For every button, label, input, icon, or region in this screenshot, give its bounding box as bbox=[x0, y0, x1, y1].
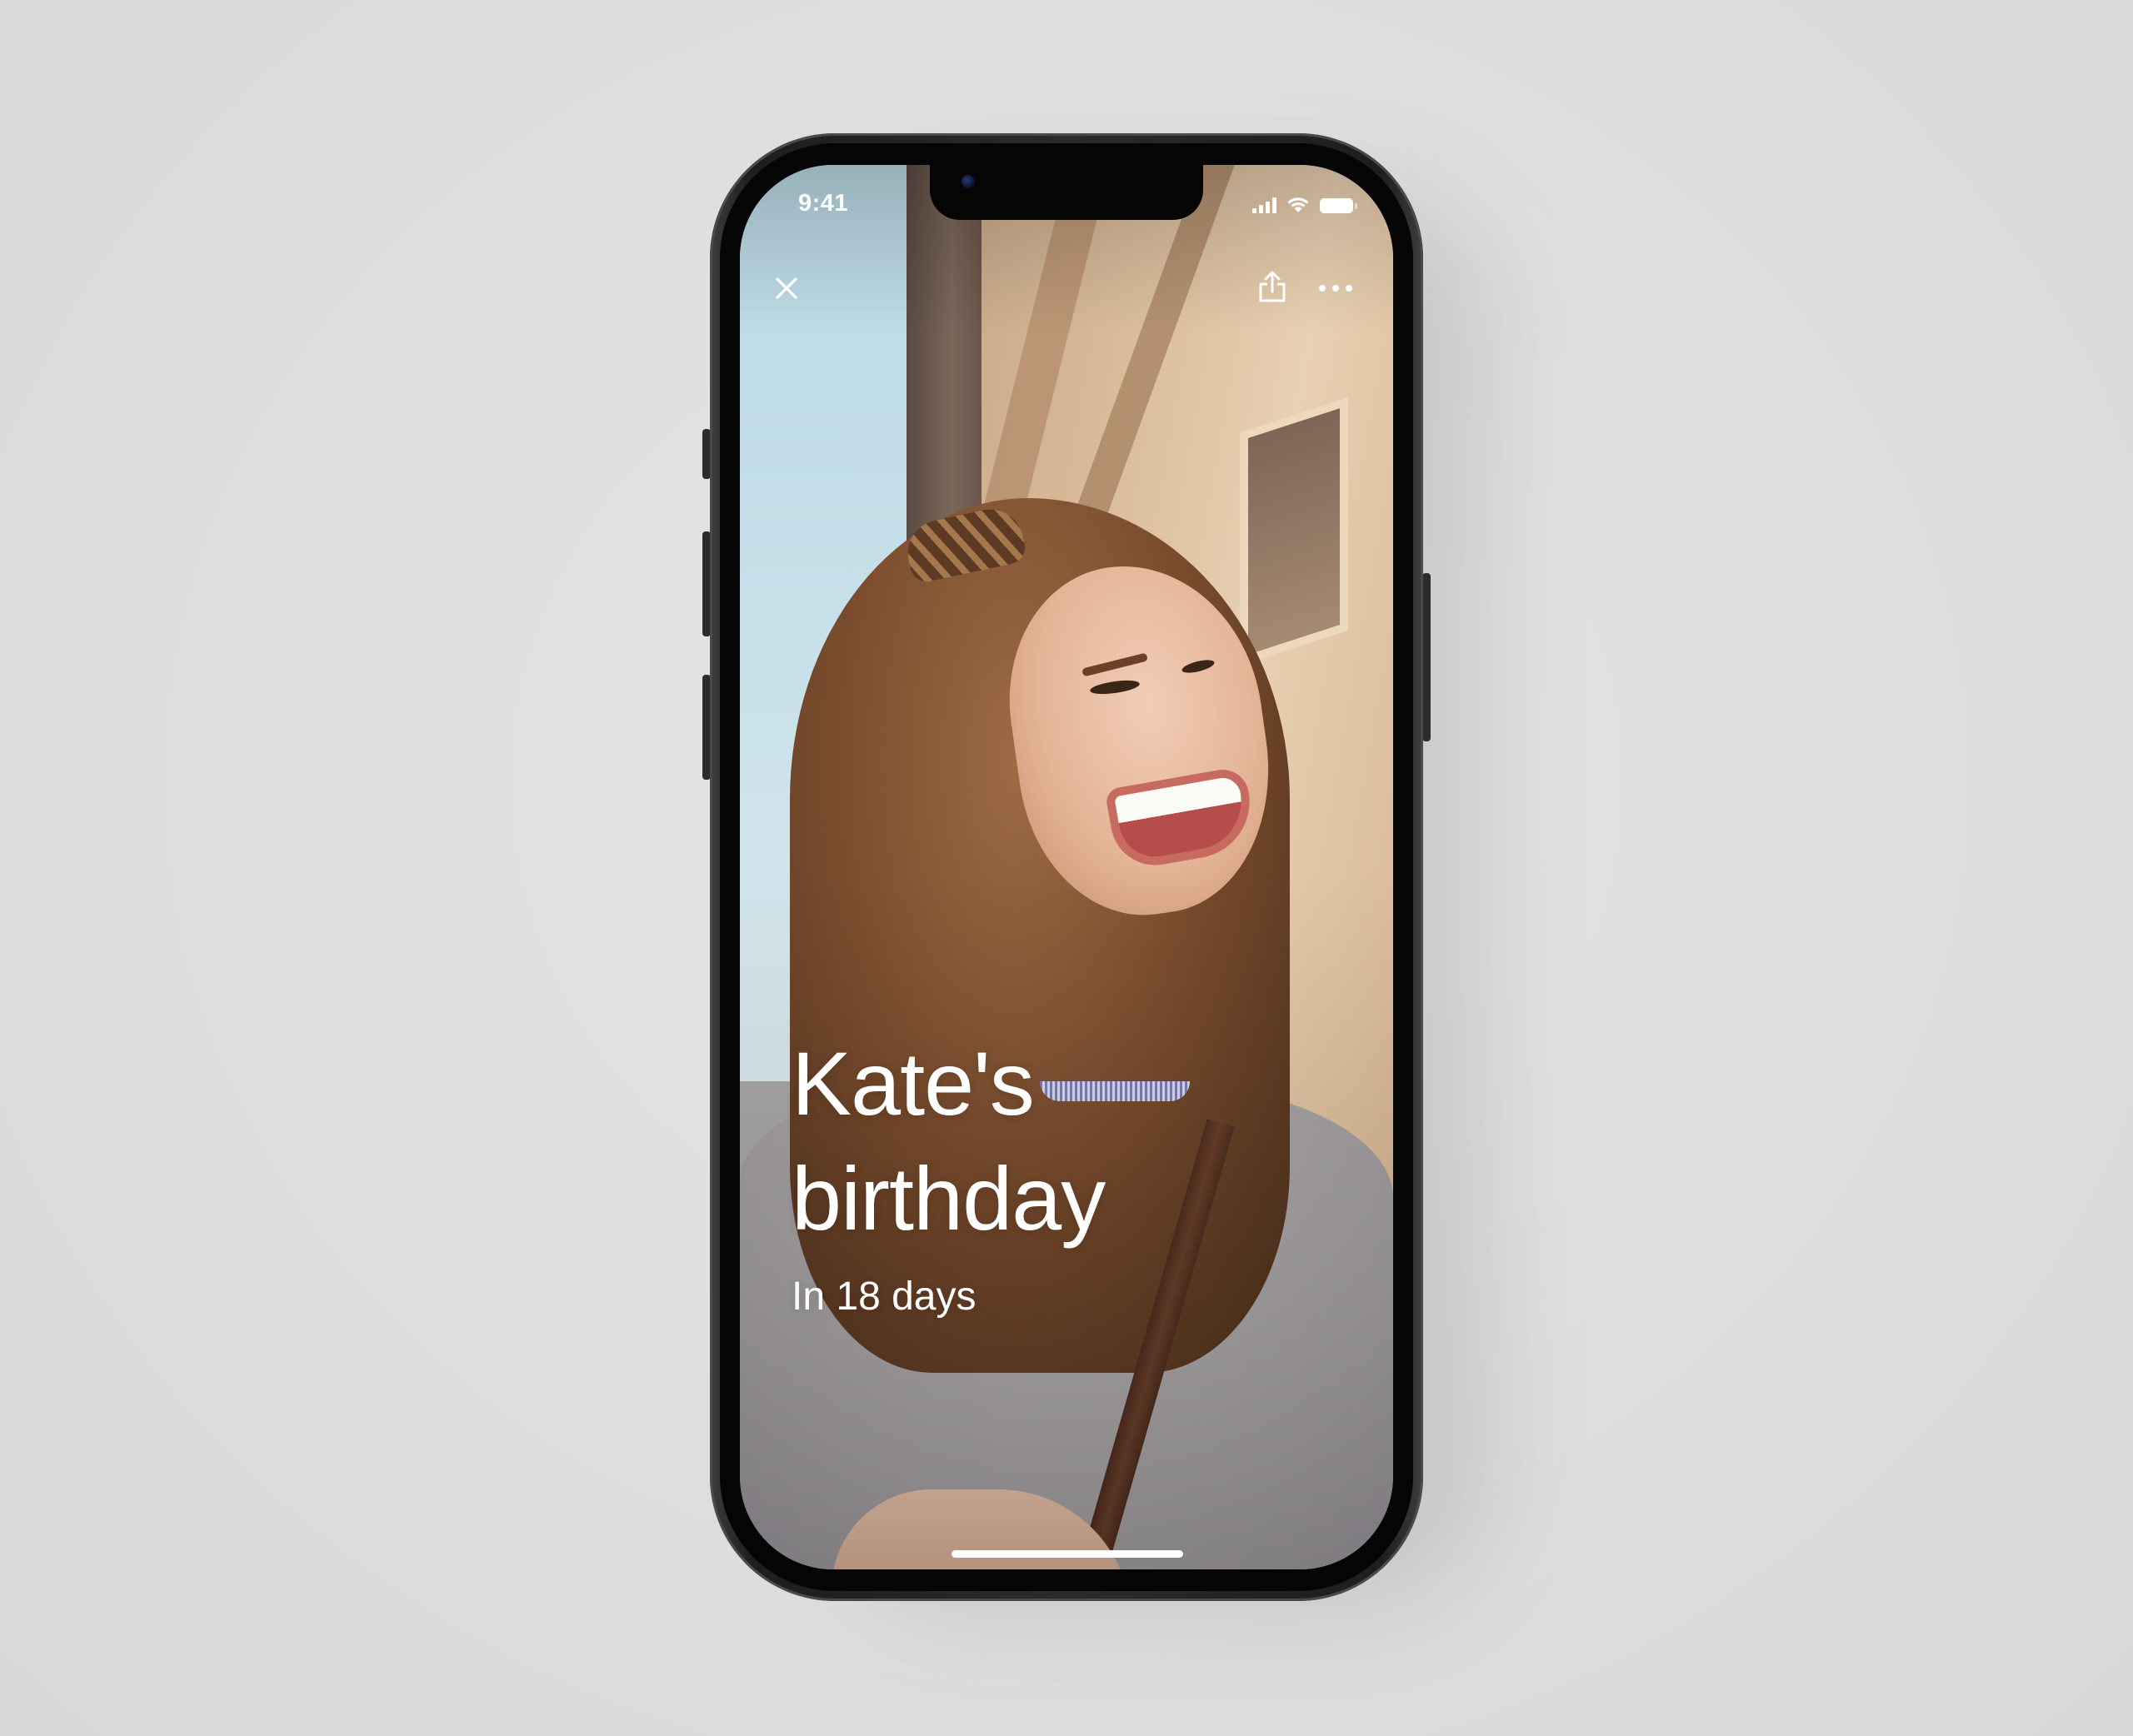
stage: 9:41 Kate's birthday In 18 days bbox=[0, 0, 2133, 1736]
top-bar bbox=[740, 257, 1393, 332]
event-title-line-1: Kate's bbox=[792, 1033, 1035, 1134]
more-button[interactable] bbox=[1309, 262, 1362, 315]
event-countdown: In 18 days bbox=[792, 1275, 977, 1319]
power-button bbox=[1422, 573, 1431, 741]
share-icon bbox=[1259, 271, 1286, 302]
screen: 9:41 Kate's birthday In 18 days bbox=[740, 165, 1393, 1569]
more-icon bbox=[1319, 285, 1352, 292]
phone-frame: 9:41 Kate's birthday In 18 days bbox=[710, 133, 1423, 1601]
status-time: 9:41 bbox=[798, 190, 849, 217]
close-button[interactable] bbox=[760, 262, 813, 315]
wifi-icon bbox=[1287, 197, 1309, 212]
share-button[interactable] bbox=[1246, 260, 1299, 313]
home-indicator[interactable] bbox=[952, 1550, 1183, 1558]
photo-overlay bbox=[740, 165, 1393, 1569]
status-icons bbox=[1252, 193, 1357, 213]
birthday-photo bbox=[740, 165, 1393, 1569]
cellular-signal-icon bbox=[1252, 197, 1276, 213]
event-title-line-2: birthday bbox=[792, 1148, 1106, 1249]
status-bar: 9:41 bbox=[740, 165, 1393, 248]
battery-icon bbox=[1320, 198, 1357, 213]
event-title: Kate's birthday bbox=[792, 1026, 1341, 1256]
close-icon bbox=[776, 277, 797, 299]
event-info: Kate's birthday In 18 days bbox=[792, 1026, 1341, 1321]
